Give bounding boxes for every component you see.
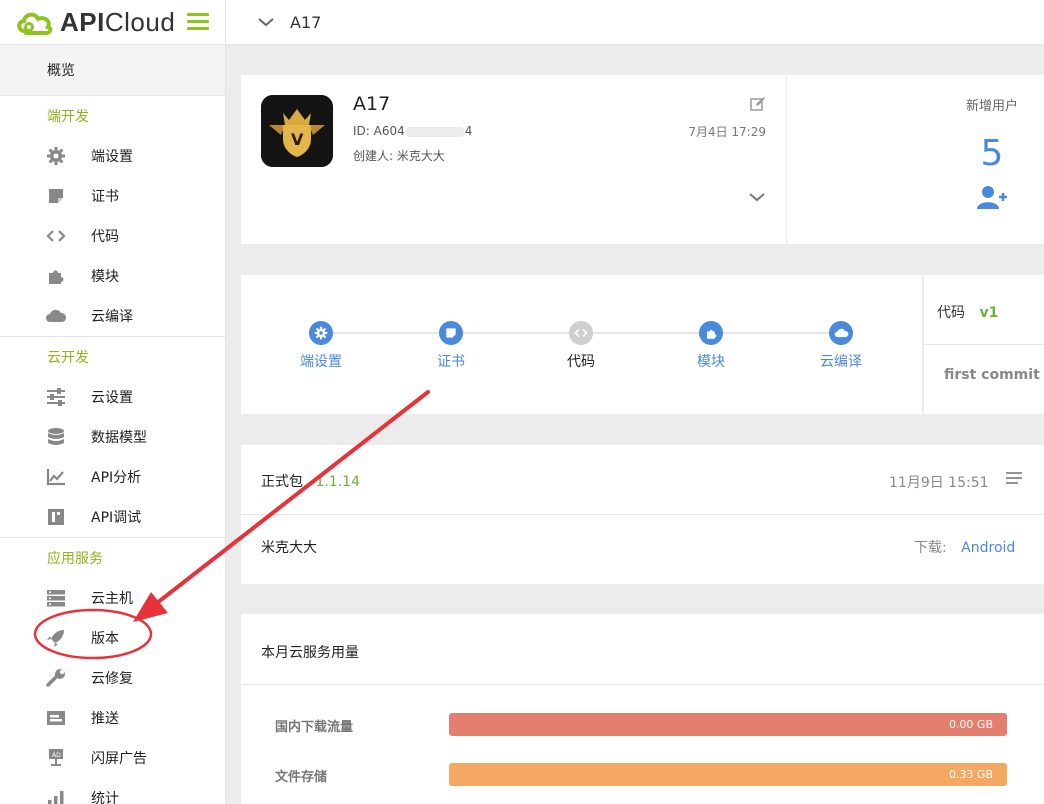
- sidebar: APICloud 概览 端开发 端设置 证书 代码 模块 云编译 云开发 云设置…: [0, 0, 226, 804]
- chart-icon: [45, 466, 67, 488]
- usage-bar-storage: 0.33 GB: [449, 763, 1007, 786]
- section-title-cloud-dev: 云开发: [47, 350, 89, 366]
- certificate-icon: [446, 328, 456, 338]
- sidebar-item-cloud-host[interactable]: 云主机: [0, 578, 225, 618]
- section-title-app-services: 应用服务: [47, 551, 103, 567]
- svg-text:AD: AD: [52, 752, 61, 759]
- database-icon: [45, 426, 67, 448]
- cloud-icon: [45, 305, 67, 327]
- gear-icon: [314, 326, 328, 340]
- certificate-icon: [45, 185, 67, 207]
- app-info-card: V A17 ID: A604 4 创建人: 米克大大 7月4日 17:29: [241, 75, 786, 244]
- step-client-settings[interactable]: 端设置: [281, 321, 361, 371]
- new-users-label: 新增用户: [965, 99, 1018, 114]
- sidebar-item-api-analysis[interactable]: API分析: [0, 457, 225, 497]
- sidebar-item-cloud-build[interactable]: 云编译: [0, 296, 225, 336]
- gear-icon: [45, 145, 67, 167]
- app-switcher-bar: A17: [226, 0, 1044, 45]
- sidebar-item-data-model[interactable]: 数据模型: [0, 417, 225, 457]
- code-label: 代码: [937, 305, 965, 321]
- step-modules[interactable]: 模块: [671, 321, 751, 371]
- release-version: 1.1.14: [315, 474, 360, 490]
- edit-icon[interactable]: [750, 96, 766, 112]
- sidebar-item-cloud-fix[interactable]: 云修复: [0, 658, 225, 698]
- step-code[interactable]: 代码: [541, 321, 621, 371]
- app-name: A17: [353, 93, 391, 115]
- server-icon: [45, 587, 67, 609]
- step-certificate[interactable]: 证书: [411, 321, 491, 371]
- expand-chevron-icon[interactable]: [749, 193, 765, 202]
- code-icon: [45, 225, 67, 247]
- app-id: ID: A604 4: [353, 124, 473, 138]
- push-icon: [45, 707, 67, 729]
- cloud-logo-icon: [17, 12, 53, 35]
- svg-text:V: V: [291, 130, 304, 149]
- sidebar-item-certificate[interactable]: 证书: [0, 176, 225, 216]
- app-icon: V: [261, 95, 333, 167]
- commit-message: first commit: [944, 367, 1040, 383]
- usage-title: 本月云服务用量: [261, 645, 359, 661]
- puzzle-icon: [45, 265, 67, 287]
- section-title-client-dev: 端开发: [47, 109, 89, 125]
- release-card: 正式包 1.1.14 11月9日 15:51 米克大大 下载: Android: [241, 445, 1044, 584]
- divider: [924, 344, 1044, 345]
- chevron-down-icon[interactable]: [258, 17, 274, 27]
- redaction-blur: [405, 126, 464, 137]
- sidebar-item-splash-ad[interactable]: AD 闪屏广告: [0, 738, 225, 778]
- release-creator: 米克大大: [261, 540, 317, 556]
- sidebar-item-overview[interactable]: 概览: [0, 45, 225, 96]
- code-icon: [574, 328, 588, 338]
- list-menu-icon[interactable]: [1006, 472, 1022, 484]
- sidebar-item-statistics[interactable]: 统计: [0, 778, 225, 804]
- download-android-link[interactable]: Android: [961, 540, 1015, 556]
- sidebar-item-api-debug[interactable]: API调试: [0, 497, 225, 537]
- dev-steps-card: 端设置 证书 代码 模块 云编译: [241, 275, 922, 414]
- cloud-icon: [834, 328, 848, 338]
- current-app-name[interactable]: A17: [290, 13, 321, 32]
- release-label: 正式包: [261, 474, 303, 490]
- new-users-card: 新增用户 5: [787, 75, 1044, 244]
- divider: [241, 514, 1044, 515]
- debug-icon: [45, 506, 67, 528]
- divider: [241, 684, 1044, 685]
- new-users-count: 5: [980, 133, 1004, 174]
- puzzle-icon: [706, 329, 716, 339]
- code-info-card: 代码 v1 first commit: [924, 275, 1044, 414]
- code-version[interactable]: v1: [979, 305, 998, 321]
- brand-name: APICloud: [60, 6, 176, 37]
- usage-label-download: 国内下载流量: [275, 720, 354, 735]
- ad-icon: AD: [45, 747, 67, 769]
- sidebar-item-modules[interactable]: 模块: [0, 256, 225, 296]
- menu-toggle-icon[interactable]: [187, 13, 209, 31]
- usage-bar-download: 0.00 GB: [449, 713, 1007, 736]
- app-created-date: 7月4日 17:29: [688, 125, 766, 139]
- sidebar-item-code[interactable]: 代码: [0, 216, 225, 256]
- wrench-icon: [45, 667, 67, 689]
- sidebar-item-client-settings[interactable]: 端设置: [0, 136, 225, 176]
- download-label: 下载:: [914, 540, 947, 556]
- release-date: 11月9日 15:51: [889, 475, 989, 491]
- stats-icon: [45, 787, 67, 804]
- app-creator: 创建人: 米克大大: [353, 149, 445, 163]
- sidebar-item-version[interactable]: 版本: [0, 618, 225, 658]
- usage-label-storage: 文件存储: [275, 770, 328, 785]
- sidebar-item-push[interactable]: 推送: [0, 698, 225, 738]
- sidebar-item-cloud-settings[interactable]: 云设置: [0, 377, 225, 417]
- usage-card: 本月云服务用量 国内下载流量 0.00 GB 文件存储 0.33 GB: [241, 614, 1044, 804]
- sliders-icon: [45, 386, 67, 408]
- add-user-icon: [977, 186, 1007, 209]
- rocket-icon: [45, 627, 67, 649]
- step-cloud-build[interactable]: 云编译: [801, 321, 881, 371]
